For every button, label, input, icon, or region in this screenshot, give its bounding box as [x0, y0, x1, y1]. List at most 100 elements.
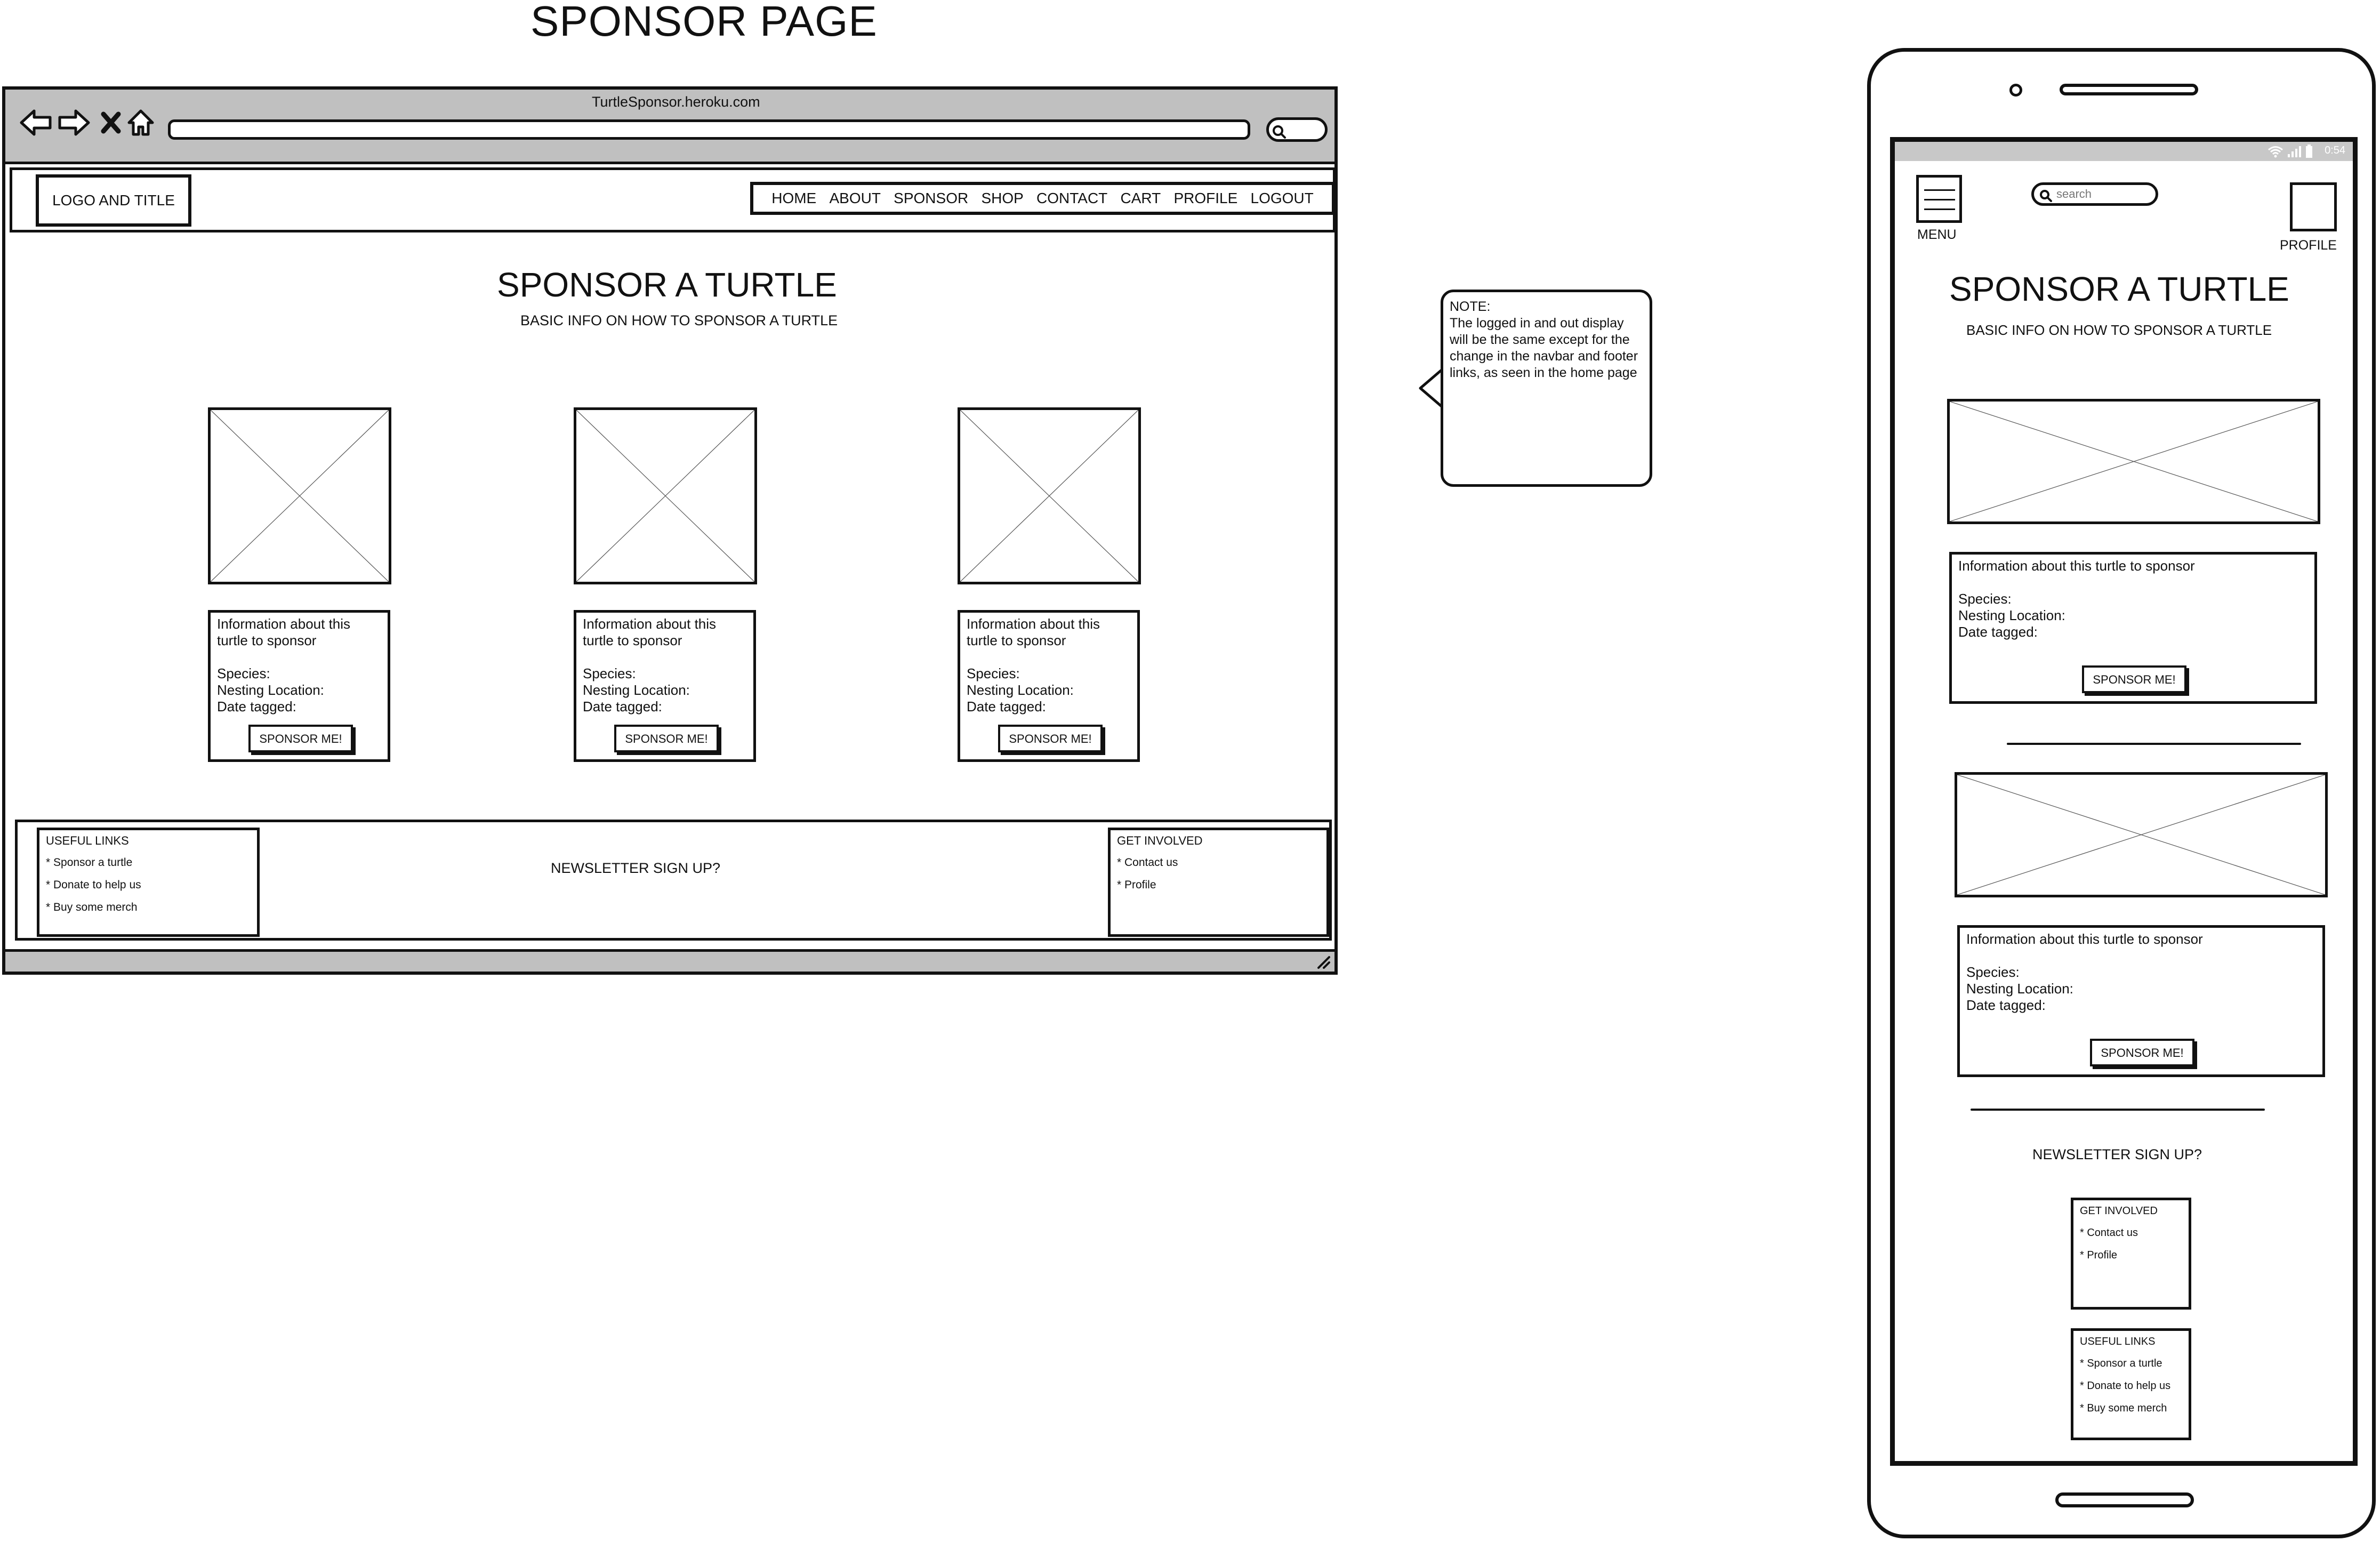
card-nesting: Nesting Location:	[1966, 981, 2073, 997]
newsletter-signup[interactable]: NEWSLETTER SIGN UP?	[2032, 1147, 2202, 1162]
get-involved-column: GET INVOLVED * Contact us * Profile	[2071, 1198, 2191, 1310]
status-time: 0:54	[2325, 145, 2345, 156]
section-divider	[1971, 1109, 2265, 1111]
card-species: Species:	[967, 665, 1020, 681]
camera-icon	[2009, 84, 2022, 97]
page-title: SPONSOR PAGE	[530, 0, 878, 45]
get-involved-heading: GET INVOLVED	[1117, 834, 1203, 847]
turtle-card: Information about this turtle to sponsor…	[574, 610, 756, 762]
browser-status-bar	[5, 949, 1334, 972]
resize-grip-icon[interactable]	[1314, 954, 1331, 970]
card-info: Information about this turtle to sponsor	[1958, 558, 2195, 574]
footer-link[interactable]: * Sponsor a turtle	[2080, 1352, 2182, 1375]
turtle-card: Information about this turtle to sponsor…	[208, 610, 390, 762]
card-nesting: Nesting Location:	[1958, 607, 2065, 623]
useful-links-column: USEFUL LINKS * Sponsor a turtle * Donate…	[2071, 1328, 2191, 1440]
useful-links-column: USEFUL LINKS * Sponsor a turtle * Donate…	[37, 828, 260, 937]
footer-link[interactable]: * Sponsor a turtle	[46, 852, 251, 874]
phone-status-bar: 0:54	[1895, 142, 2353, 161]
card-species: Species:	[217, 665, 270, 681]
card-date: Date tagged:	[1958, 624, 2038, 640]
sponsor-me-button[interactable]: SPONSOR ME!	[2090, 1039, 2194, 1066]
card-species: Species:	[1966, 964, 2020, 980]
search-button[interactable]	[1266, 117, 1328, 142]
turtle-card: Information about this turtle to sponsor…	[1949, 552, 2317, 704]
footer-link[interactable]: * Contact us	[1117, 852, 1320, 874]
nav-item-profile[interactable]: PROFILE	[1173, 190, 1237, 207]
phone-screen: 0:54 MENU search PROFILE SPONSOR A TURTL…	[1890, 137, 2358, 1466]
sponsor-me-button[interactable]: SPONSOR ME!	[2082, 665, 2186, 693]
nav-item-home[interactable]: HOME	[771, 190, 816, 207]
footer-link[interactable]: * Profile	[2080, 1244, 2182, 1266]
footer-link[interactable]: * Contact us	[2080, 1222, 2182, 1244]
profile-label: PROFILE	[2280, 238, 2337, 253]
logo-and-title[interactable]: LOGO AND TITLE	[36, 174, 191, 227]
card-info: Information about this	[217, 616, 351, 632]
hero-subheading: BASIC INFO ON HOW TO SPONSOR A TURTLE	[520, 312, 838, 328]
card-nesting: Nesting Location:	[583, 682, 690, 698]
footer-link[interactable]: * Buy some merch	[46, 896, 251, 919]
sponsor-me-button[interactable]: SPONSOR ME!	[614, 725, 719, 752]
card-species: Species:	[1958, 591, 2012, 607]
card-info: Information about this	[967, 616, 1100, 632]
nav-item-about[interactable]: ABOUT	[829, 190, 880, 207]
site-header: LOGO AND TITLE HOME ABOUT SPONSOR SHOP C…	[10, 167, 1336, 232]
useful-links-heading: USEFUL LINKS	[46, 834, 129, 847]
card-info: turtle to sponsor	[583, 632, 682, 648]
footer-link[interactable]: * Donate to help us	[2080, 1375, 2182, 1397]
nav-item-logout[interactable]: LOGOUT	[1251, 190, 1314, 207]
url-text: TurtleSponsor.heroku.com	[592, 94, 760, 110]
footer-link[interactable]: * Buy some merch	[2080, 1397, 2182, 1419]
site-footer: USEFUL LINKS * Sponsor a turtle * Donate…	[15, 820, 1332, 941]
sponsor-me-button[interactable]: SPONSOR ME!	[248, 725, 353, 752]
note-title: NOTE:	[1450, 299, 1491, 314]
card-info: turtle to sponsor	[967, 632, 1066, 648]
card-date: Date tagged:	[217, 699, 296, 715]
back-arrow-icon[interactable]	[19, 109, 52, 137]
card-species: Species:	[583, 665, 636, 681]
signal-icon	[2288, 146, 2301, 157]
card-date: Date tagged:	[1966, 997, 2046, 1013]
browser-window: TurtleSponsor.heroku.com LOGO AND TITLE …	[2, 86, 1338, 975]
newsletter-signup[interactable]: NEWSLETTER SIGN UP?	[551, 861, 720, 876]
card-nesting: Nesting Location:	[967, 682, 1074, 698]
hero-heading: SPONSOR A TURTLE	[497, 266, 837, 304]
home-bar[interactable]	[2055, 1492, 2194, 1507]
search-icon	[2040, 190, 2052, 202]
turtle-image-placeholder	[1955, 772, 2328, 897]
search-input[interactable]: search	[2031, 182, 2158, 206]
turtle-image-placeholder	[1947, 399, 2320, 524]
nav-item-shop[interactable]: SHOP	[981, 190, 1023, 207]
browser-chrome: TurtleSponsor.heroku.com	[5, 90, 1334, 164]
turtle-card: Information about this turtle to sponsor…	[958, 610, 1140, 762]
hamburger-icon	[1924, 189, 1955, 191]
address-bar[interactable]	[168, 119, 1250, 140]
profile-button[interactable]	[2290, 182, 2337, 231]
note-text: The logged in and out display will be th…	[1450, 316, 1638, 380]
nav-item-contact[interactable]: CONTACT	[1036, 190, 1107, 207]
card-date: Date tagged:	[967, 699, 1046, 715]
card-nesting: Nesting Location:	[217, 682, 324, 698]
card-info: Information about this	[583, 616, 717, 632]
image-placeholder-icon	[1950, 402, 2318, 521]
menu-button[interactable]	[1916, 175, 1962, 223]
wifi-icon	[2268, 146, 2283, 158]
sponsor-me-button[interactable]: SPONSOR ME!	[998, 725, 1103, 752]
speaker-grille	[2060, 84, 2198, 95]
phone-frame: 0:54 MENU search PROFILE SPONSOR A TURTL…	[1867, 48, 2376, 1538]
close-icon[interactable]	[100, 109, 122, 137]
note-callout: NOTE: The logged in and out display will…	[1441, 290, 1652, 487]
forward-arrow-icon[interactable]	[58, 109, 91, 137]
image-placeholder-icon	[211, 410, 389, 582]
image-placeholder-icon	[960, 410, 1138, 582]
home-icon[interactable]	[127, 109, 155, 137]
footer-link[interactable]: * Profile	[1117, 874, 1320, 896]
nav-item-sponsor[interactable]: SPONSOR	[894, 190, 968, 207]
footer-link[interactable]: * Donate to help us	[46, 874, 251, 896]
image-placeholder-icon	[1957, 775, 2325, 895]
nav-item-cart[interactable]: CART	[1121, 190, 1161, 207]
navbar: HOME ABOUT SPONSOR SHOP CONTACT CART PRO…	[750, 182, 1335, 215]
turtle-image-placeholder	[208, 407, 391, 584]
search-icon	[1273, 125, 1286, 139]
get-involved-column: GET INVOLVED * Contact us * Profile	[1108, 828, 1329, 937]
